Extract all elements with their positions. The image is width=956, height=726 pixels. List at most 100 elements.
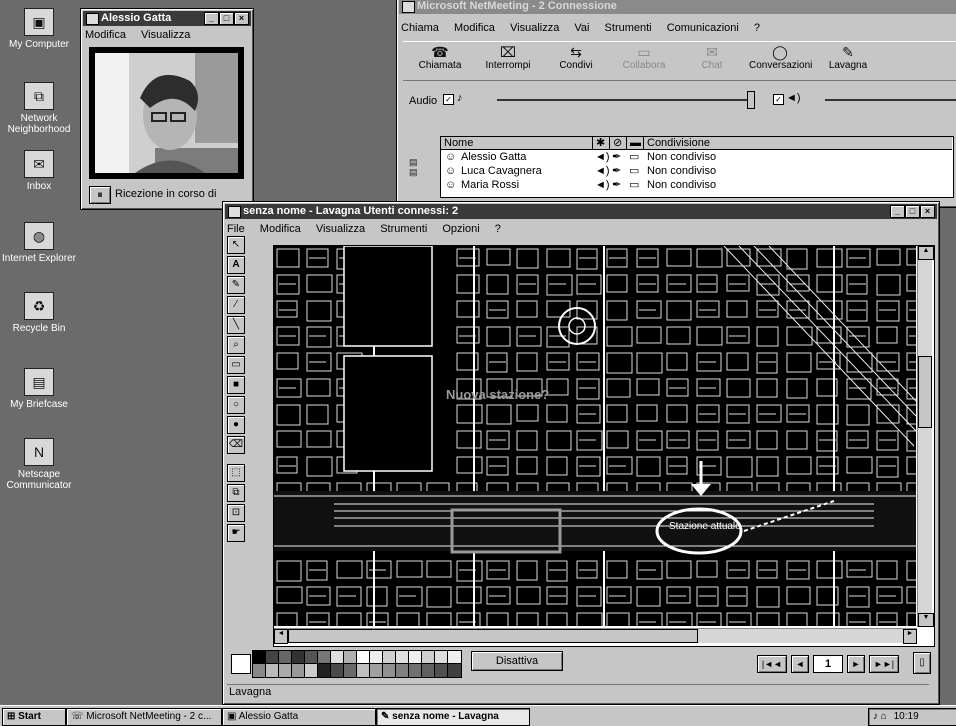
- speaker-checkbox[interactable]: ✓: [773, 94, 784, 105]
- menu-strumenti[interactable]: Strumenti: [380, 223, 427, 235]
- netmeeting-titlebar[interactable]: Microsoft NetMeeting - 2 Connessione: [399, 0, 956, 14]
- scroll-up-icon[interactable]: ▲: [918, 246, 934, 260]
- insert-page-button[interactable]: ▯: [913, 652, 931, 674]
- sidebar-tabs[interactable]: ▤ ▤: [409, 157, 431, 197]
- phone-icon: ☎: [431, 44, 449, 60]
- filled-rectangle-icon[interactable]: ■: [227, 376, 245, 394]
- table-row[interactable]: ☺ Luca Cavagnera ◄) ✒ ▭ Non condiviso: [441, 165, 953, 178]
- menu-modifica[interactable]: Modifica: [454, 22, 495, 34]
- horizontal-scroll-thumb[interactable]: [288, 629, 698, 643]
- toolbar-collaborate-button[interactable]: ▭ Collabora: [613, 44, 675, 71]
- desktop-icon-netscape[interactable]: N Netscape Communicator: [0, 438, 84, 491]
- taskbar-whiteboard[interactable]: ✎ senza nome - Lavagna: [376, 708, 530, 726]
- color-swatch[interactable]: [447, 663, 462, 678]
- whiteboard-menubar: File Modifica Visualizza Strumenti Opzio…: [227, 222, 935, 237]
- desktop-icon-recycle-bin[interactable]: ♻ Recycle Bin: [0, 292, 84, 334]
- toolbar-chat-button[interactable]: ✉ Chat: [681, 44, 743, 71]
- col-chat[interactable]: ▬: [627, 137, 644, 150]
- speaker-slider-track[interactable]: [825, 99, 956, 101]
- horizontal-scrollbar[interactable]: ◄ ►: [274, 628, 917, 644]
- minimize-icon[interactable]: _: [204, 12, 219, 25]
- close-icon[interactable]: ×: [920, 205, 935, 218]
- whiteboard-canvas[interactable]: Nuova stazione? Stazione attuale: [274, 246, 916, 626]
- start-button[interactable]: ⊞ Start: [2, 708, 66, 726]
- page-number-input[interactable]: 1: [813, 655, 843, 673]
- desktop-icon-briefcase[interactable]: ▤ My Briefcase: [0, 368, 84, 410]
- vertical-scroll-thumb[interactable]: [918, 356, 932, 428]
- menu-chiama[interactable]: Chiama: [401, 22, 439, 34]
- last-page-button[interactable]: ►►|: [869, 655, 899, 673]
- ellipse-icon[interactable]: ○: [227, 396, 245, 414]
- maximize-icon[interactable]: □: [905, 205, 920, 218]
- toolbar-hangup-button[interactable]: ⌧ Interrompi: [477, 44, 539, 71]
- table-row[interactable]: ☺ Maria Rossi ◄) ✒ ▭ Non condiviso: [441, 179, 953, 192]
- taskbar-video[interactable]: ▣ Alessio Gatta: [222, 708, 376, 726]
- chat-icon: ✉: [706, 44, 718, 60]
- filled-ellipse-icon[interactable]: ●: [227, 416, 245, 434]
- menu-file[interactable]: File: [227, 223, 245, 235]
- audio-slider-track[interactable]: [497, 99, 752, 101]
- microphone-icon: ♪: [457, 92, 463, 104]
- select-area-icon[interactable]: ⬚: [227, 464, 245, 482]
- lock-icon[interactable]: ⊡: [227, 504, 245, 522]
- menu-opzioni[interactable]: Opzioni: [442, 223, 479, 235]
- menu-help[interactable]: ?: [495, 223, 501, 235]
- minimize-icon[interactable]: _: [890, 205, 905, 218]
- rectangle-icon[interactable]: ▭: [227, 356, 245, 374]
- whiteboard-titlebar[interactable]: senza nome - Lavagna Utenti connessi: 2 …: [225, 204, 937, 219]
- table-row[interactable]: ☺ Alessio Gatta ◄) ✒ ▭ Non condiviso: [441, 151, 953, 164]
- taskbar-netmeeting[interactable]: ☏ Microsoft NetMeeting - 2 c...: [66, 708, 222, 726]
- vertical-scrollbar[interactable]: ▲ ▼: [917, 246, 934, 627]
- menu-modifica[interactable]: Modifica: [260, 223, 301, 235]
- desktop-icon-label: My Briefcase: [10, 399, 68, 410]
- col-audio[interactable]: ✱: [593, 137, 610, 150]
- scroll-down-icon[interactable]: ▼: [918, 613, 934, 627]
- menu-modifica[interactable]: Modifica: [85, 29, 126, 41]
- desktop-icon-globe[interactable]: ◍ Internet Explorer: [0, 222, 84, 264]
- menu-visualizza[interactable]: Visualizza: [316, 223, 365, 235]
- desktop-icon-computer[interactable]: ▣ My Computer: [0, 8, 84, 50]
- menu-vai[interactable]: Vai: [574, 22, 589, 34]
- remote-pointer-icon[interactable]: ☛: [227, 524, 245, 542]
- audio-status-icon: ◄): [595, 165, 610, 177]
- video-window[interactable]: Alessio Gatta _ □ × Modifica Visualizza …: [80, 8, 254, 210]
- highlighter-icon[interactable]: ⁄: [227, 296, 245, 314]
- eraser-icon[interactable]: ⌫: [227, 436, 245, 454]
- col-sharing[interactable]: Condivisione: [644, 137, 952, 150]
- col-video[interactable]: ⊘: [610, 137, 627, 150]
- toolbar-share-button[interactable]: ⇆ Condivi: [545, 44, 607, 71]
- maximize-icon[interactable]: □: [219, 12, 234, 25]
- desktop-icon-network[interactable]: ⧉ Network Neighborhood: [0, 82, 84, 135]
- next-page-button[interactable]: ►: [847, 655, 865, 673]
- volume-icon[interactable]: ♪: [873, 711, 878, 722]
- video-pause-button[interactable]: ⏸: [89, 186, 111, 204]
- toolbar-conversation-button[interactable]: ◯ Conversazioni: [749, 44, 812, 71]
- line-tool-icon[interactable]: ╲: [227, 316, 245, 334]
- previous-page-button[interactable]: ◄: [791, 655, 809, 673]
- toolbar-whiteboard-button[interactable]: ✎ Lavagna: [817, 44, 879, 71]
- menu-comunicazioni[interactable]: Comunicazioni: [667, 22, 739, 34]
- pen-icon[interactable]: ✎: [227, 276, 245, 294]
- scroll-left-icon[interactable]: ◄: [274, 629, 288, 644]
- toolbar-phone-button[interactable]: ☎ Chiamata: [409, 44, 471, 71]
- audio-slider-thumb[interactable]: [747, 91, 755, 109]
- col-name[interactable]: Nome: [441, 137, 593, 150]
- zoom-icon[interactable]: ⌕: [227, 336, 245, 354]
- select-arrow-icon[interactable]: ↖: [227, 236, 245, 254]
- text-tool-icon[interactable]: A: [227, 256, 245, 274]
- video-window-titlebar[interactable]: Alessio Gatta _ □ ×: [83, 11, 251, 26]
- current-color[interactable]: [231, 654, 251, 674]
- menu-help[interactable]: ?: [754, 22, 760, 34]
- desktop-icon-inbox[interactable]: ✉ Inbox: [0, 150, 84, 192]
- menu-visualizza[interactable]: Visualizza: [510, 22, 559, 34]
- audio-checkbox[interactable]: ✓: [443, 94, 454, 105]
- first-page-button[interactable]: |◄◄: [757, 655, 787, 673]
- select-window-icon[interactable]: ⧉: [227, 484, 245, 502]
- disable-button[interactable]: Disattiva: [471, 651, 563, 671]
- network-tray-icon[interactable]: ⌂: [881, 711, 887, 722]
- conversation-icon: ◯: [772, 44, 788, 60]
- close-icon[interactable]: ×: [234, 12, 249, 25]
- menu-strumenti[interactable]: Strumenti: [605, 22, 652, 34]
- menu-visualizza[interactable]: Visualizza: [141, 29, 190, 41]
- scroll-right-icon[interactable]: ►: [903, 629, 917, 644]
